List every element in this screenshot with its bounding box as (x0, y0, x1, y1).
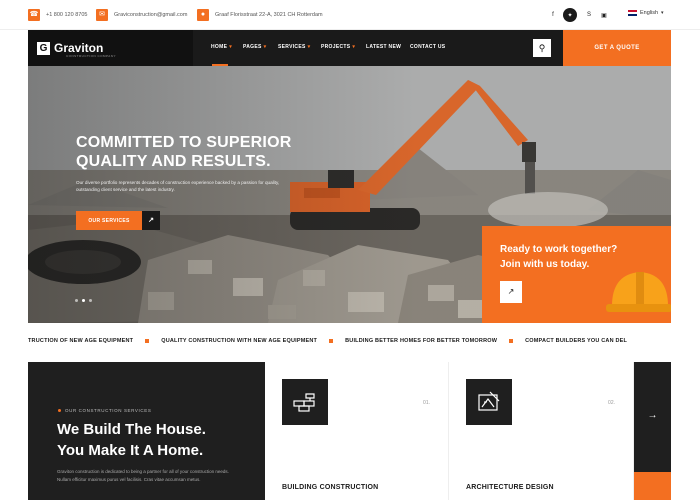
search-button[interactable]: ⚲ (533, 39, 551, 57)
facebook-icon[interactable]: f (546, 8, 560, 22)
our-services-button[interactable]: OUR SERVICES ↗ (76, 211, 160, 230)
cta-box: Ready to work together? Join with us tod… (482, 226, 671, 323)
chevron-down-icon: ▾ (229, 44, 233, 50)
services-intro: OUR CONSTRUCTION SERVICES We Build The H… (28, 362, 265, 500)
nav-contact-us[interactable]: CONTACT US (410, 44, 445, 50)
service-card-building[interactable]: 01. BUILDING CONSTRUCTION (265, 362, 449, 500)
slider-dots (75, 299, 92, 302)
brand-name: Graviton (54, 41, 104, 55)
twitter-icon[interactable]: ✦ (563, 8, 577, 22)
nav-home[interactable]: HOME ▾ (211, 44, 232, 50)
chevron-down-icon: ▾ (263, 44, 267, 50)
services-ticker: TRUCTION OF NEW AGE EQUIPMENT QUALITY CO… (28, 334, 671, 348)
hero-title: COMMITTED TO SUPERIOR QUALITY AND RESULT… (76, 134, 292, 170)
card-number: 02. (608, 400, 615, 406)
services-description: Graviton construction is dedicated to be… (57, 469, 229, 482)
service-card-architecture[interactable]: 02. ARCHITECTURE DESIGN (449, 362, 634, 500)
language-label: English (640, 10, 659, 16)
card-title: ARCHITECTURE DESIGN (466, 484, 554, 491)
services-title: We Build The House. You Make It A Home. (57, 421, 206, 459)
ticker-separator (509, 339, 514, 343)
arrow-up-right-icon: ↗ (142, 211, 160, 230)
brand-tagline: CONSTRUCTION COMPANY (66, 54, 116, 58)
ticker-item: QUALITY CONSTRUCTION WITH NEW AGE EQUIPM… (161, 338, 345, 344)
skype-icon[interactable]: S (582, 8, 596, 22)
ticker-item: COMPACT BUILDERS YOU CAN DEL (525, 338, 628, 344)
hard-hat-icon (606, 272, 671, 312)
nav-active-indicator (212, 64, 228, 66)
address-info: ● Graaf Florisstraat 22-A, 3021 CH Rotte… (197, 9, 323, 21)
ticker-item: BUILDING BETTER HOMES FOR BETTER TOMORRO… (345, 338, 525, 344)
email-text: Graviconstruction@gmail.com (114, 12, 188, 18)
carousel-next-button[interactable]: → (634, 390, 671, 442)
nav-services[interactable]: SERVICES ▾ (278, 44, 310, 50)
location-pin-icon: ● (197, 9, 209, 21)
chevron-down-icon: ▾ (307, 44, 311, 50)
our-services-label: OUR SERVICES (88, 217, 130, 224)
instagram-icon[interactable]: ▣ (597, 8, 611, 22)
main-nav: HOME ▾ PAGES ▾ SERVICES ▾ PROJECTS ▾ LATEST … (193, 30, 563, 66)
hero-description: Our diverse portfolio represents decades… (76, 180, 280, 192)
phone-text: +1 800 120 8705 (46, 12, 88, 18)
search-icon: ⚲ (538, 43, 546, 53)
nav-projects[interactable]: PROJECTS ▾ (321, 44, 355, 50)
chevron-down-icon: ▾ (352, 44, 356, 50)
slider-dot[interactable] (89, 299, 92, 302)
ticker-separator (145, 339, 150, 343)
slider-dot[interactable] (82, 299, 85, 302)
cta-arrow-button[interactable]: ↗ (500, 281, 522, 303)
uk-flag-icon (628, 10, 637, 16)
logo[interactable]: G Graviton CONSTRUCTION COMPANY (28, 30, 193, 66)
language-selector[interactable]: English ▾ (628, 10, 664, 16)
mail-icon: ✉ (96, 9, 108, 21)
accent-block (634, 472, 671, 500)
logo-mark-icon: G (37, 41, 50, 55)
phone-info[interactable]: ☎ +1 800 120 8705 (28, 9, 87, 21)
get-a-quote-button[interactable]: GET A QUOTE (563, 30, 671, 66)
slider-dot[interactable] (75, 299, 78, 302)
nav-pages[interactable]: PAGES ▾ (243, 44, 266, 50)
address-text: Graaf Florisstraat 22-A, 3021 CH Rotterd… (215, 12, 323, 18)
top-info-bar: ☎ +1 800 120 8705 ✉ Graviconstruction@gm… (0, 0, 700, 30)
blueprint-icon (466, 379, 512, 425)
services-eyebrow: OUR CONSTRUCTION SERVICES (58, 408, 151, 413)
arrow-up-right-icon: ↗ (507, 287, 515, 296)
card-title: BUILDING CONSTRUCTION (282, 484, 379, 491)
nav-latest-new[interactable]: LATEST NEW (366, 44, 401, 50)
ticker-separator (329, 339, 334, 343)
bullet-icon (58, 409, 61, 412)
arrow-right-icon: → (647, 410, 658, 421)
email-info[interactable]: ✉ Graviconstruction@gmail.com (96, 9, 187, 21)
chevron-down-icon: ▾ (661, 10, 664, 16)
ticker-item: TRUCTION OF NEW AGE EQUIPMENT (28, 338, 161, 344)
bricks-icon (282, 379, 328, 425)
card-number: 01. (423, 400, 430, 406)
phone-icon: ☎ (28, 9, 40, 21)
